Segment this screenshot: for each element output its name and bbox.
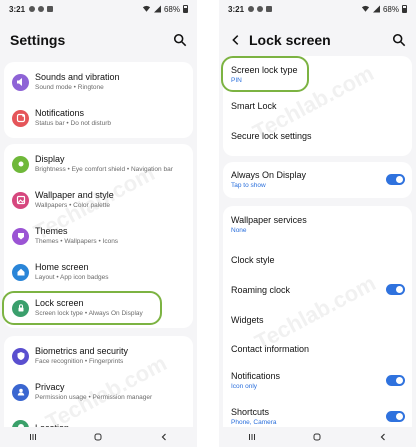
- notifications-toggle[interactable]: [386, 375, 405, 386]
- themes-icon: [12, 227, 29, 245]
- image-status-icon: [47, 6, 54, 12]
- shield-icon: [12, 347, 29, 365]
- settings-item-privacy[interactable]: Privacy Permission usage • Permission man…: [4, 376, 193, 408]
- battery-percent: 68%: [163, 4, 180, 14]
- brightness-icon: [12, 155, 29, 173]
- notification-icon: [12, 109, 29, 127]
- always-on-display-item[interactable]: Always On Display Tap to show: [223, 165, 412, 195]
- recents-icon[interactable]: [28, 432, 38, 442]
- always-on-display-toggle[interactable]: [386, 174, 405, 185]
- status-time: 3:21: [9, 4, 26, 14]
- gear-status-icon: [248, 6, 255, 12]
- image-status-icon: [266, 6, 273, 12]
- privacy-icon: [12, 383, 29, 401]
- battery-icon: [183, 5, 188, 13]
- settings-item-wallpaper[interactable]: Wallpaper and style Wallpapers • Color pa…: [4, 184, 193, 216]
- lock-icon: [12, 299, 29, 317]
- settings-item-sounds[interactable]: Sounds and vibration Sound mode • Rington…: [4, 66, 193, 98]
- signal-icon: [153, 5, 161, 13]
- settings-item-biometrics[interactable]: Biometrics and security Face recognition …: [4, 340, 193, 372]
- lock-screen-screen: 3:21 68% Lock screen Screen lock type PIN…: [219, 0, 416, 447]
- contact-information-item[interactable]: Contact information: [223, 335, 412, 363]
- page-title: Settings: [10, 32, 66, 48]
- settings-group: Sounds and vibration Sound mode • Rington…: [4, 62, 193, 138]
- home-button-icon[interactable]: [93, 432, 103, 442]
- lock-settings-group: Screen lock type PIN Smart Lock Secure lo…: [223, 56, 412, 156]
- status-time: 3:21: [228, 4, 245, 14]
- wifi-icon: [142, 5, 151, 12]
- recents-icon[interactable]: [247, 432, 257, 442]
- back-button-icon[interactable]: [159, 432, 169, 442]
- back-arrow-icon[interactable]: [229, 33, 243, 47]
- home-icon: [12, 263, 29, 281]
- settings-item-home-screen[interactable]: Home screen Layout • App icon badges: [4, 256, 193, 288]
- wallpaper-icon: [12, 191, 29, 209]
- smart-lock-item[interactable]: Smart Lock: [223, 92, 412, 120]
- wallpaper-services-item[interactable]: Wallpaper services None: [223, 210, 412, 240]
- settings-item-themes[interactable]: Themes Themes • Wallpapers • Icons: [4, 220, 193, 252]
- home-button-icon[interactable]: [312, 432, 322, 442]
- battery-percent: 68%: [382, 4, 399, 14]
- settings-item-notifications[interactable]: Notifications Status bar • Do not disturb: [4, 102, 193, 134]
- sync-status-icon: [38, 6, 45, 12]
- page-title: Lock screen: [249, 32, 331, 48]
- signal-icon: [372, 5, 380, 13]
- shortcuts-toggle[interactable]: [386, 411, 405, 422]
- lock-screen-header: Lock screen: [219, 28, 416, 52]
- notifications-item[interactable]: Notifications Icon only: [223, 366, 412, 396]
- sync-status-icon: [257, 6, 264, 12]
- screen-lock-type-item[interactable]: Screen lock type PIN: [223, 60, 412, 90]
- speaker-icon: [12, 73, 29, 91]
- settings-item-display[interactable]: Display Brightness • Eye comfort shield •…: [4, 148, 193, 180]
- roaming-clock-toggle[interactable]: [386, 284, 405, 295]
- wifi-icon: [361, 5, 370, 12]
- roaming-clock-item[interactable]: Roaming clock: [223, 276, 412, 304]
- settings-group: Biometrics and security Face recognition …: [4, 336, 193, 437]
- settings-header: Settings: [0, 28, 197, 52]
- secure-lock-settings-item[interactable]: Secure lock settings: [223, 122, 412, 150]
- lock-settings-group: Wallpaper services None Clock style Roami…: [223, 206, 412, 444]
- widgets-item[interactable]: Widgets: [223, 306, 412, 334]
- settings-screen: 3:21 68% Settings Sounds and vibration So…: [0, 0, 197, 447]
- navigation-bar: [0, 427, 197, 447]
- lock-settings-group: Always On Display Tap to show: [223, 162, 412, 198]
- settings-item-lock-screen[interactable]: Lock screen Screen lock type • Always On …: [4, 292, 193, 324]
- navigation-bar: [219, 427, 416, 447]
- status-bar: 3:21 68%: [219, 0, 416, 18]
- settings-group: Display Brightness • Eye comfort shield •…: [4, 144, 193, 328]
- battery-icon: [402, 5, 407, 13]
- search-icon[interactable]: [392, 33, 406, 47]
- status-bar: 3:21 68%: [0, 0, 197, 18]
- search-icon[interactable]: [173, 33, 187, 47]
- clock-style-item[interactable]: Clock style: [223, 246, 412, 274]
- gear-status-icon: [29, 6, 36, 12]
- back-button-icon[interactable]: [378, 432, 388, 442]
